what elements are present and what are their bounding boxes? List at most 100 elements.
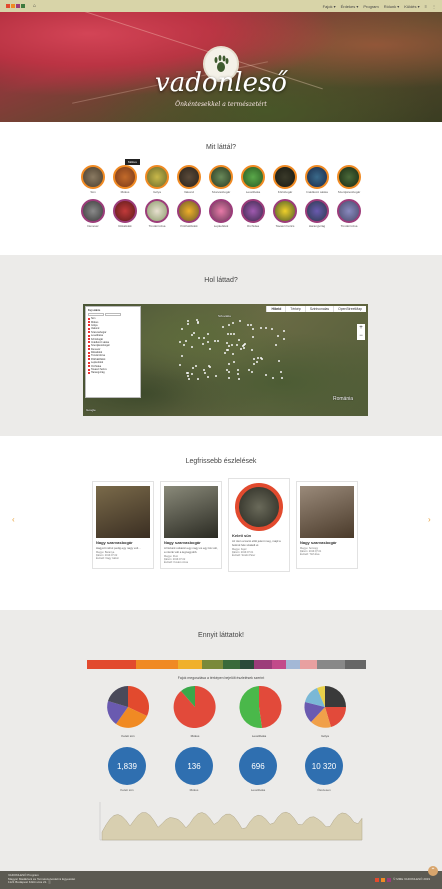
sighting-marker <box>227 332 230 335</box>
species-item[interactable]: Harangvirág <box>305 199 330 228</box>
sighting-marker <box>190 333 193 336</box>
sighting-marker <box>264 327 267 330</box>
sighting-photo <box>164 486 218 538</box>
sighting-card[interactable]: Keleti sün Az úton a kocsi előtt jelent … <box>228 478 290 572</box>
sighting-marker <box>196 321 199 324</box>
menu-item-about[interactable]: Rólunk ▾ <box>384 4 400 9</box>
footer-address: 1121 Budapest Költő utca 21. ⓘ <box>8 880 51 884</box>
species-item[interactable]: Rókafélék <box>113 199 138 228</box>
map-type-hybrid[interactable]: Hibrid <box>266 306 285 312</box>
sighting-marker <box>250 323 253 326</box>
sighting-marker <box>187 378 190 381</box>
menu-toggle-icon[interactable]: ≡ <box>425 4 427 9</box>
pie-charts <box>107 685 346 729</box>
zoom-in-button[interactable]: + <box>357 324 365 332</box>
menu-item-interesting[interactable]: Érdekes ▾ <box>341 4 359 9</box>
pie-slice <box>239 686 262 729</box>
species-item[interactable]: Denevér <box>81 199 106 228</box>
sighting-marker <box>236 344 239 347</box>
stat-bubble: 1,839 <box>108 747 146 785</box>
sighting-marker <box>264 373 267 376</box>
main-menu: Fajok ▾ Érdekes ▾ Program Rólunk ▾ Küldé… <box>323 4 436 9</box>
sighting-marker <box>181 355 184 358</box>
section-title: Legfrissebb észlelések <box>185 458 257 465</box>
sighting-marker <box>259 326 262 329</box>
species-item[interactable]: Sün <box>81 165 106 194</box>
map-type-osm[interactable]: OpenStreetMap <box>333 306 366 312</box>
sighting-card[interactable]: Nagy szarvasbogár Megye: Somogy Dátum: 20… <box>296 481 358 569</box>
carousel-prev-icon[interactable]: ‹ <box>12 515 15 524</box>
species-item[interactable]: Levelibéka <box>241 165 266 194</box>
google-logo: Google <box>86 408 96 412</box>
sighting-marker <box>238 320 241 323</box>
site-title: vadonleső <box>155 68 287 98</box>
species-color-bar <box>87 660 366 669</box>
sighting-marker <box>244 343 247 346</box>
sightings-timeline-chart <box>99 802 363 841</box>
species-item[interactable]: Kőrisbogár <box>273 165 298 194</box>
sighting-marker <box>224 352 227 355</box>
species-item[interactable]: Mókus <box>113 165 138 194</box>
zoom-controls: + − <box>357 324 365 340</box>
home-icon[interactable]: ⌂ <box>33 3 36 9</box>
sighting-card[interactable]: Nagy szarvasbogár Hagyott néhol pedig eg… <box>92 481 154 569</box>
sighting-marker <box>230 343 233 346</box>
sighting-card[interactable]: Nagy szarvasbogár A házunk udvarán egy n… <box>160 481 222 569</box>
color-bar-segment <box>177 660 203 669</box>
pie-slice <box>325 686 346 707</box>
species-item[interactable]: Lepkefélék <box>209 199 234 228</box>
menu-item-program[interactable]: Program <box>363 4 378 9</box>
map-place-label: Románia <box>333 396 354 402</box>
species-item[interactable]: Szarvasbogár <box>209 165 234 194</box>
menu-item-species[interactable]: Fajok ▾ <box>323 4 336 9</box>
menu-item-submit[interactable]: Küldés ▾ <box>404 4 419 9</box>
sighting-marker <box>270 327 273 330</box>
species-item[interactable]: Vakond <box>177 165 202 194</box>
sighting-marker <box>191 345 194 348</box>
carousel-next-icon[interactable]: › <box>428 515 431 524</box>
map-legend[interactable]: Faj szűrés Sün Mókus Gólya Vakond Szarvasbog… <box>85 306 141 398</box>
sightings-map[interactable]: Faj szűrés Sün Mókus Gólya Vakond Szarvasbog… <box>83 304 368 416</box>
sighting-marker <box>204 372 207 375</box>
hero-banner: vadonleső Önkéntesekkel a természetért <box>0 12 442 122</box>
species-item[interactable]: Orchidea <box>241 199 266 228</box>
sighting-marker <box>187 323 190 326</box>
sighting-marker <box>178 340 181 343</box>
sighting-marker <box>196 378 199 381</box>
color-bar-segment <box>202 660 223 669</box>
stat-bubble-label: Levelibéka <box>250 788 266 792</box>
top-navigation-bar: ⌂ Fajok ▾ Érdekes ▾ Program Rólunk ▾ Kül… <box>0 0 442 12</box>
sighting-marker <box>192 332 195 335</box>
legend-item[interactable]: Harangvirág <box>88 371 138 374</box>
sighting-marker <box>185 340 188 343</box>
zoom-out-button[interactable]: − <box>357 332 365 340</box>
sighting-marker <box>251 335 254 338</box>
sighting-marker <box>247 368 250 371</box>
map-type-switcher: Hibrid Térkép Szintvonalas OpenStreetMap <box>266 306 366 312</box>
species-item[interactable]: Imádkozó sáska <box>305 165 330 194</box>
sighting-marker <box>232 361 235 364</box>
color-bar-segment <box>135 660 178 669</box>
species-item[interactable]: Tavaszi hérics <box>273 199 298 228</box>
sighting-marker <box>198 337 201 340</box>
pies-title: Fajok megoszlása a térképen bejelölt ész… <box>177 676 265 680</box>
sighting-marker <box>272 377 275 380</box>
sighting-marker <box>178 364 181 367</box>
footer: VADONLESŐ Program Magyar Madártani és Te… <box>0 871 442 889</box>
sightings-carousel: Nagy szarvasbogár Hagyott néhol pedig eg… <box>92 478 358 572</box>
species-item[interactable]: Tündérrózsa <box>337 199 362 228</box>
species-item[interactable]: Pókhálófélék <box>177 199 202 228</box>
species-item[interactable]: Gólya <box>145 165 170 194</box>
sighting-marker <box>207 340 210 343</box>
map-type-map[interactable]: Térkép <box>285 306 305 312</box>
back-to-top-button[interactable]: ⌃ <box>428 866 438 876</box>
pie-label: Gólya <box>321 734 329 738</box>
sighting-marker <box>191 366 194 369</box>
map-type-terrain[interactable]: Szintvonalas <box>304 306 333 312</box>
species-item[interactable]: Szentjánosbogár <box>337 165 362 194</box>
sighting-marker <box>256 357 259 360</box>
species-item[interactable]: Tündérrózsa <box>145 199 170 228</box>
sighting-marker <box>215 374 218 377</box>
site-logo[interactable] <box>6 4 25 8</box>
more-icon[interactable]: ⋮ <box>432 4 436 9</box>
